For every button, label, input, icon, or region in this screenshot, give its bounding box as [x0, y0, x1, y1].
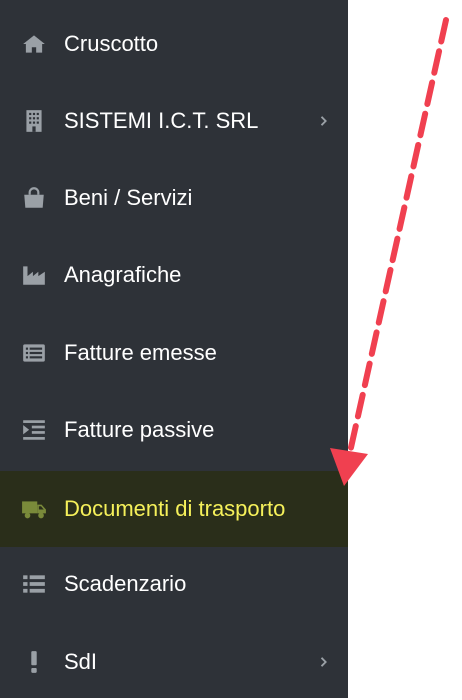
exclamation-icon: [20, 648, 48, 676]
home-icon: [20, 30, 48, 58]
sidebar-item-label: Cruscotto: [64, 31, 159, 56]
sidebar-item-scadenzario[interactable]: Scadenzario: [0, 546, 348, 622]
sidebar-item-documenti-di-trasporto[interactable]: Documenti di trasporto: [0, 471, 348, 547]
sidebar-item-label: SISTEMI I.C.T. SRL: [64, 108, 259, 133]
sidebar-item-label: Beni / Servizi: [64, 185, 193, 210]
sidebar-menu: Cruscotto SISTEMI I.C.T. SRL Beni / Serv…: [0, 0, 348, 698]
sidebar-item-anagrafiche[interactable]: Anagrafiche: [0, 237, 348, 313]
sidebar-item-sdi[interactable]: SdI: [0, 624, 348, 700]
building-icon: [20, 107, 48, 135]
list-alt-icon: [20, 339, 48, 367]
sidebar-item-label: Documenti di trasporto: [64, 496, 286, 521]
sidebar-item-cruscotto[interactable]: Cruscotto: [0, 6, 348, 82]
sidebar-item-fatture-emesse[interactable]: Fatture emesse: [0, 315, 348, 391]
chevron-right-icon: [318, 654, 330, 670]
truck-icon: [20, 495, 48, 523]
sidebar-item-beni-servizi[interactable]: Beni / Servizi: [0, 160, 348, 236]
sidebar-item-label: Anagrafiche: [64, 262, 182, 287]
industry-icon: [20, 261, 48, 289]
shopping-bag-icon: [20, 184, 48, 212]
chevron-right-icon: [318, 113, 330, 129]
sidebar-item-label: Fatture passive: [64, 417, 215, 442]
sidebar-item-sistemi-ict-srl[interactable]: SISTEMI I.C.T. SRL: [0, 83, 348, 159]
sidebar-item-fatture-passive[interactable]: Fatture passive: [0, 392, 348, 468]
list-icon: [20, 570, 48, 598]
sidebar-item-label: Scadenzario: [64, 571, 187, 596]
indent-icon: [20, 416, 48, 444]
sidebar-item-label: SdI: [64, 649, 98, 674]
sidebar-item-label: Fatture emesse: [64, 340, 217, 365]
